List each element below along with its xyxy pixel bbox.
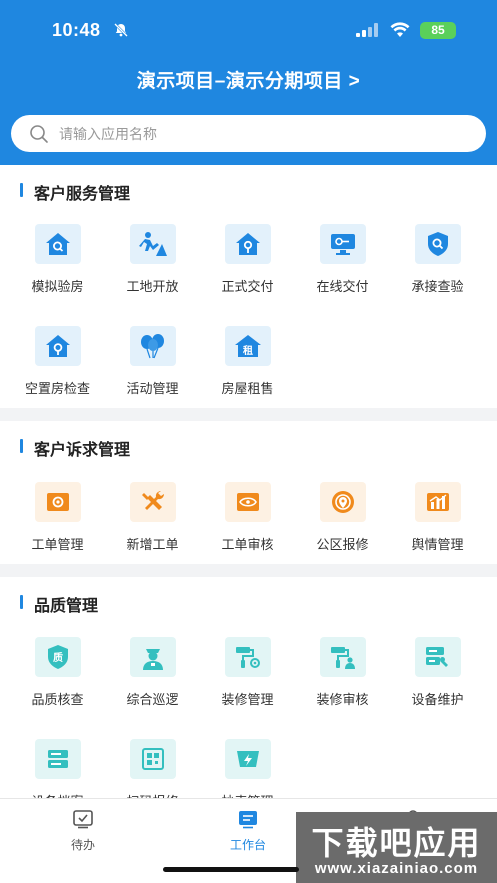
wifi-icon	[390, 22, 410, 37]
section-customer-service: 客户服务管理 模拟验房 工地开放 正式交付 在线交付 承接查验 空置房检查 活动…	[0, 165, 497, 408]
paint-roller-icon	[225, 637, 271, 677]
app-header: 10:48 85 演示项目–演示分期项目 >	[0, 0, 497, 165]
section-title: 品质管理	[19, 592, 98, 616]
quality-shield-icon: 质	[35, 637, 81, 677]
section-title: 客户服务管理	[19, 180, 130, 204]
app-patrol[interactable]: 综合巡逻	[105, 637, 200, 717]
app-formal-delivery[interactable]: 正式交付	[200, 224, 295, 304]
battery-level: 85	[431, 23, 445, 37]
signal-icon	[356, 23, 378, 37]
house-pin-icon	[35, 326, 81, 366]
shield-search-icon	[415, 224, 461, 264]
app-public-repair[interactable]: 公区报修	[295, 482, 390, 562]
construction-worker-icon	[130, 224, 176, 264]
workbench-icon	[239, 811, 257, 829]
battery-indicator: 85	[420, 22, 456, 39]
app-vacant-house-check[interactable]: 空置房检查	[10, 326, 105, 406]
wrench-tools-icon	[130, 482, 176, 522]
project-title: 演示项目–演示分期项目 >	[136, 71, 361, 92]
ticket-eye-icon	[35, 482, 81, 522]
bell-muted-icon	[114, 23, 128, 37]
app-mock-inspection[interactable]: 模拟验房	[10, 224, 105, 304]
quality-glyph: 质	[53, 651, 63, 664]
server-wrench-icon	[415, 637, 461, 677]
server-icon	[35, 739, 81, 779]
search-input[interactable]	[59, 115, 459, 152]
section-customer-complaints: 客户诉求管理 工单管理 新增工单 工单审核 公区报修 舆情管理	[0, 421, 497, 564]
app-online-delivery[interactable]: 在线交付	[295, 224, 390, 304]
qr-scan-icon	[130, 739, 176, 779]
tab-workbench[interactable]: 工作台	[218, 809, 278, 853]
status-bar: 10:48 85	[0, 0, 497, 60]
balloons-icon	[130, 326, 176, 366]
app-renovation-review[interactable]: 装修审核	[295, 637, 390, 717]
ticket-eye-check-icon	[225, 482, 271, 522]
watermark-logo: 下载吧应用 www.xiazainiao.com	[296, 812, 497, 883]
app-ticket-review[interactable]: 工单审核	[200, 482, 295, 562]
app-site-open[interactable]: 工地开放	[105, 224, 200, 304]
house-key-icon	[225, 224, 271, 264]
guard-icon	[130, 637, 176, 677]
app-event-management[interactable]: 活动管理	[105, 326, 200, 406]
public-area-icon	[320, 482, 366, 522]
paint-roller-person-icon	[320, 637, 366, 677]
monitor-key-icon	[320, 224, 366, 264]
todo-icon	[73, 810, 93, 829]
app-ticket-management[interactable]: 工单管理	[10, 482, 105, 562]
app-house-rental[interactable]: 租 房屋租售	[200, 326, 295, 406]
house-rent-icon: 租	[225, 326, 271, 366]
rent-glyph: 租	[243, 344, 253, 357]
section-quality: 品质管理 质 品质核查 综合巡逻 装修管理 装修审核 设备维护 设备档案	[0, 577, 497, 809]
app-new-ticket[interactable]: 新增工单	[105, 482, 200, 562]
search-bar[interactable]	[11, 115, 486, 152]
house-search-icon	[35, 224, 81, 264]
search-icon	[30, 125, 48, 143]
project-selector[interactable]: 演示项目–演示分期项目 >	[0, 66, 497, 93]
app-equipment-maintenance[interactable]: 设备维护	[390, 637, 485, 717]
section-title: 客户诉求管理	[19, 436, 130, 460]
home-indicator	[163, 867, 299, 872]
status-time: 10:48	[52, 20, 101, 40]
app-public-opinion[interactable]: 舆情管理	[390, 482, 485, 562]
app-takeover-inspection[interactable]: 承接查验	[390, 224, 485, 304]
meter-bolt-icon	[225, 739, 271, 779]
app-renovation-management[interactable]: 装修管理	[200, 637, 295, 717]
bar-chart-icon	[415, 482, 461, 522]
app-quality-check[interactable]: 质 品质核查	[10, 637, 105, 717]
tab-todo[interactable]: 待办	[53, 809, 113, 853]
